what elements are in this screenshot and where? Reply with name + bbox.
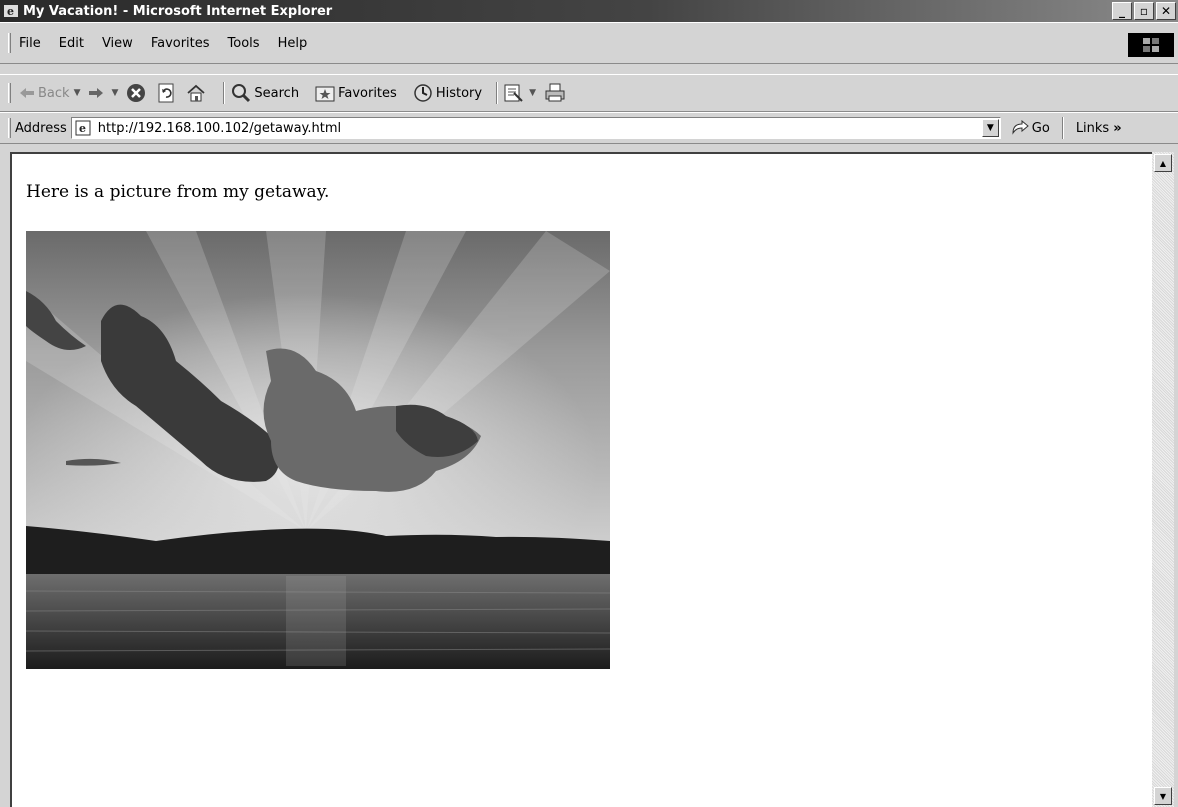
page-paragraph: Here is a picture from my getaway. bbox=[26, 182, 330, 202]
restore-icon: ▫ bbox=[1139, 4, 1149, 18]
favorites-label: Favorites bbox=[338, 85, 397, 101]
menu-tools[interactable]: Tools bbox=[228, 36, 260, 51]
menu-bar: File Edit View Favorites Tools Help bbox=[0, 22, 1178, 64]
address-label: Address bbox=[15, 120, 67, 136]
history-icon bbox=[413, 83, 433, 103]
favorites-button[interactable]: Favorites bbox=[315, 84, 397, 102]
search-button[interactable]: Search bbox=[231, 83, 299, 103]
standard-toolbar: Back ▼ ▼ Search Favorites History ▼ bbox=[0, 74, 1178, 112]
menu-grip[interactable] bbox=[8, 33, 11, 53]
minimize-icon: _ bbox=[1119, 4, 1125, 18]
menu-edit[interactable]: Edit bbox=[59, 36, 84, 51]
refresh-button[interactable] bbox=[157, 83, 178, 103]
chevron-down-icon[interactable]: ▼ bbox=[529, 88, 536, 98]
forward-arrow-icon bbox=[88, 86, 104, 100]
menu-favorites[interactable]: Favorites bbox=[151, 36, 210, 51]
scroll-up-button[interactable]: ▲ bbox=[1154, 154, 1172, 172]
stop-button[interactable] bbox=[126, 83, 149, 103]
links-button[interactable]: Links » bbox=[1076, 121, 1122, 136]
print-button[interactable] bbox=[544, 83, 569, 103]
home-icon bbox=[186, 83, 206, 103]
chevron-down-icon: ▼ bbox=[986, 123, 994, 133]
search-label: Search bbox=[254, 85, 300, 101]
page-content: Here is a picture from my getaway. bbox=[10, 152, 1152, 807]
vacation-photo bbox=[26, 231, 610, 669]
close-icon: ✕ bbox=[1160, 4, 1172, 18]
vertical-scrollbar[interactable]: ▲ ▼ bbox=[1152, 152, 1174, 807]
address-dropdown-button[interactable]: ▼ bbox=[981, 119, 999, 137]
minimize-button[interactable]: _ bbox=[1112, 2, 1132, 20]
history-button[interactable]: History bbox=[413, 83, 482, 103]
chevron-right-icon: » bbox=[1113, 120, 1122, 136]
address-grip[interactable] bbox=[8, 118, 11, 138]
maximize-button[interactable]: ▫ bbox=[1134, 2, 1154, 20]
links-label: Links bbox=[1075, 120, 1110, 136]
address-bar: Address e http://192.168.100.102/getaway… bbox=[0, 112, 1178, 144]
history-label: History bbox=[435, 85, 483, 101]
favorites-icon bbox=[315, 84, 335, 102]
toolbar-separator bbox=[1061, 117, 1064, 139]
back-button[interactable]: Back ▼ bbox=[19, 86, 80, 101]
toolbar-grip[interactable] bbox=[8, 83, 11, 103]
print-icon bbox=[544, 83, 566, 103]
back-label: Back bbox=[38, 85, 70, 101]
mail-icon bbox=[504, 83, 526, 103]
refresh-icon bbox=[157, 83, 175, 103]
windows-logo bbox=[1128, 33, 1174, 57]
page-icon: e bbox=[75, 120, 91, 136]
menu-file[interactable]: File bbox=[19, 36, 41, 51]
window-title: My Vacation! - Microsoft Internet Explor… bbox=[23, 3, 333, 19]
chevron-down-icon[interactable]: ▼ bbox=[111, 88, 118, 98]
title-bar: e My Vacation! - Microsoft Internet Expl… bbox=[0, 0, 1178, 22]
address-input[interactable]: e http://192.168.100.102/getaway.html ▼ bbox=[70, 117, 1001, 139]
forward-button[interactable]: ▼ bbox=[88, 86, 118, 100]
chevron-down-icon: ▼ bbox=[1159, 791, 1167, 801]
address-url: http://192.168.100.102/getaway.html bbox=[97, 120, 342, 136]
close-button[interactable]: ✕ bbox=[1156, 2, 1176, 20]
chevron-down-icon[interactable]: ▼ bbox=[74, 88, 81, 98]
menu-view[interactable]: View bbox=[102, 36, 133, 51]
stop-icon bbox=[126, 83, 146, 103]
menu-help[interactable]: Help bbox=[278, 36, 308, 51]
svg-text:e: e bbox=[79, 122, 86, 135]
search-icon bbox=[231, 83, 251, 103]
go-label: Go bbox=[1031, 120, 1050, 136]
go-arrow-icon bbox=[1011, 120, 1029, 136]
ie-icon: e bbox=[3, 3, 19, 19]
scroll-down-button[interactable]: ▼ bbox=[1154, 787, 1172, 805]
toolbar-separator bbox=[223, 82, 226, 104]
toolbar-separator bbox=[496, 82, 499, 104]
go-button[interactable]: Go bbox=[1011, 120, 1050, 136]
mail-button[interactable]: ▼ bbox=[504, 83, 536, 103]
svg-text:e: e bbox=[7, 5, 14, 18]
back-arrow-icon bbox=[19, 86, 35, 100]
chevron-up-icon: ▲ bbox=[1159, 158, 1167, 168]
home-button[interactable] bbox=[186, 83, 209, 103]
